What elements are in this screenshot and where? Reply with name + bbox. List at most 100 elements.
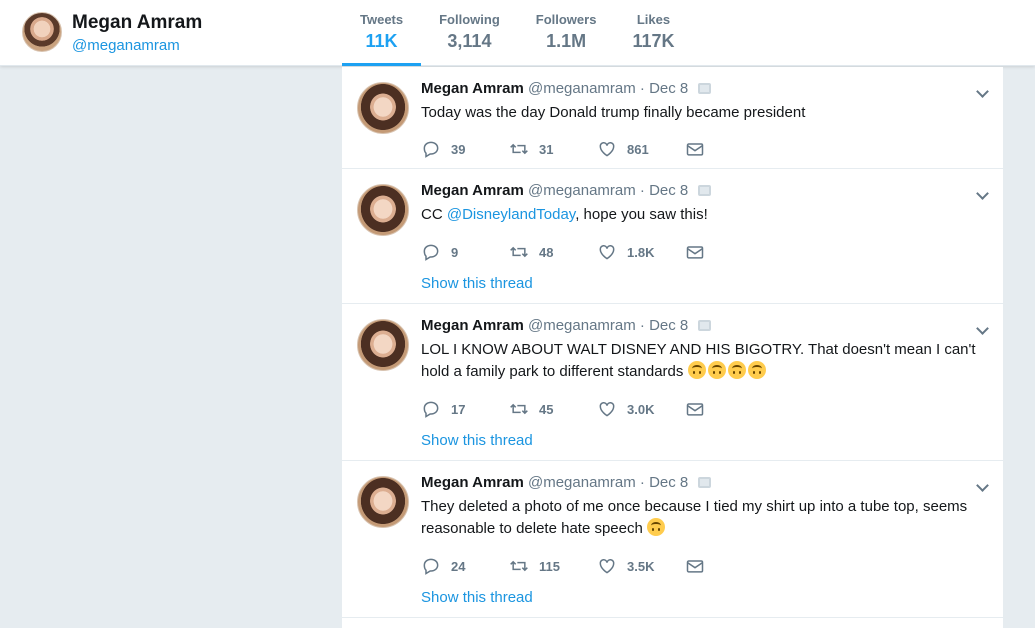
upside-down-face-emoji xyxy=(747,361,766,379)
camera-icon xyxy=(698,477,712,488)
tweet-text: They deleted a photo of me once because … xyxy=(421,496,991,540)
reply-button[interactable]: 39 xyxy=(421,139,509,159)
tweet-text: CC @DisneylandToday, hope you saw this! xyxy=(421,204,991,226)
tweet-author-name[interactable]: Megan Amram xyxy=(421,317,524,334)
like-button[interactable]: 3.5K xyxy=(597,556,685,576)
tweet-text: LOL I KNOW ABOUT WALT DISNEY AND HIS BIG… xyxy=(421,339,991,383)
reply-count: 9 xyxy=(451,244,459,260)
tweet-actions: 39 31 861 xyxy=(421,139,773,159)
like-button[interactable]: 1.8K xyxy=(597,242,685,262)
retweet-count: 48 xyxy=(539,244,554,260)
tweet-author-name[interactable]: Megan Amram xyxy=(421,182,524,199)
stat-followers[interactable]: Followers 1.1M xyxy=(518,0,615,66)
reply-count: 17 xyxy=(451,401,466,417)
stat-likes[interactable]: Likes 117K xyxy=(614,0,692,66)
tweet[interactable]: Megan Amram @meganamram · Dec 8 Today wa… xyxy=(342,67,1003,169)
tweet-actions: 17 45 3.0K xyxy=(421,399,773,419)
direct-message-button[interactable] xyxy=(685,139,773,159)
chevron-down-icon[interactable] xyxy=(976,85,989,98)
heart-icon xyxy=(599,558,615,574)
tweet-header: Megan Amram @meganamram · Dec 8 xyxy=(421,182,712,199)
direct-message-button[interactable] xyxy=(685,399,773,419)
retweet-button[interactable]: 31 xyxy=(509,139,597,159)
heart-icon xyxy=(599,141,615,157)
direct-message-button[interactable] xyxy=(685,556,773,576)
stat-label: Tweets xyxy=(360,12,404,27)
tweet-actions: 9 48 1.8K xyxy=(421,242,773,262)
upside-down-face-emoji xyxy=(707,361,726,379)
reply-button[interactable]: 17 xyxy=(421,399,509,419)
envelope-icon xyxy=(686,560,704,573)
retweet-count: 45 xyxy=(539,401,554,417)
tweet-author-name[interactable]: Megan Amram xyxy=(421,474,524,491)
retweet-icon xyxy=(510,560,528,572)
profile-handle[interactable]: @meganamram xyxy=(72,37,180,54)
tweet[interactable]: Megan Amram @meganamram · Dec 8 CC @Disn… xyxy=(342,169,1003,304)
reply-button[interactable]: 9 xyxy=(421,242,509,262)
reply-icon xyxy=(423,141,439,158)
separator-dot: · xyxy=(639,182,645,199)
like-button[interactable]: 3.0K xyxy=(597,399,685,419)
profile-name[interactable]: Megan Amram xyxy=(72,12,202,34)
retweet-count: 115 xyxy=(539,558,560,574)
upside-down-face-emoji xyxy=(727,361,746,379)
stat-label: Following xyxy=(439,12,500,27)
stat-tweets[interactable]: Tweets 11K xyxy=(342,0,422,66)
tweet-date[interactable]: Dec 8 xyxy=(649,317,688,334)
stat-following[interactable]: Following 3,114 xyxy=(421,0,518,66)
direct-message-button[interactable] xyxy=(685,242,773,262)
upside-down-face-emoji xyxy=(687,361,706,379)
tweet-actions: 24 115 3.5K xyxy=(421,556,773,576)
envelope-icon xyxy=(686,246,704,259)
tweet-author-handle[interactable]: @meganamram xyxy=(528,317,636,334)
tweet-header: Megan Amram @meganamram · Dec 8 xyxy=(421,474,712,491)
chevron-down-icon[interactable] xyxy=(976,187,989,200)
tweet-text-prefix: CC xyxy=(421,206,447,223)
stat-value: 11K xyxy=(365,31,398,51)
reply-icon xyxy=(423,244,439,261)
tweet-author-handle[interactable]: @meganamram xyxy=(528,474,636,491)
mention-link[interactable]: @DisneylandToday xyxy=(447,206,575,223)
heart-icon xyxy=(599,244,615,260)
camera-icon xyxy=(698,185,712,196)
tweet[interactable]: Megan Amram @meganamram · Dec 8 They del… xyxy=(342,461,1003,618)
show-thread-link[interactable]: Show this thread xyxy=(421,275,533,292)
avatar[interactable] xyxy=(357,184,409,236)
like-count: 861 xyxy=(627,141,649,157)
tweet-date[interactable]: Dec 8 xyxy=(649,80,688,97)
envelope-icon xyxy=(686,143,704,156)
chevron-down-icon[interactable] xyxy=(976,322,989,335)
tweet-text-body: They deleted a photo of me once because … xyxy=(421,498,968,537)
avatar[interactable] xyxy=(357,319,409,371)
tweet-author-name[interactable]: Megan Amram xyxy=(421,80,524,97)
stat-value: 117K xyxy=(632,31,675,51)
tweet-date[interactable]: Dec 8 xyxy=(649,474,688,491)
like-button[interactable]: 861 xyxy=(597,139,685,159)
tweet-author-handle[interactable]: @meganamram xyxy=(528,182,636,199)
separator-dot: · xyxy=(639,317,645,334)
retweet-button[interactable]: 45 xyxy=(509,399,597,419)
show-thread-link[interactable]: Show this thread xyxy=(421,589,533,606)
tweet[interactable]: Megan Amram @meganamram · Dec 8 LOL I KN… xyxy=(342,304,1003,461)
envelope-icon xyxy=(686,403,704,416)
reply-button[interactable]: 24 xyxy=(421,556,509,576)
reply-icon xyxy=(423,558,439,575)
retweet-icon xyxy=(510,403,528,415)
chevron-down-icon[interactable] xyxy=(976,479,989,492)
profile-avatar[interactable] xyxy=(22,12,62,52)
retweet-button[interactable]: 48 xyxy=(509,242,597,262)
stat-label: Followers xyxy=(535,12,597,27)
avatar[interactable] xyxy=(357,476,409,528)
show-thread-link[interactable]: Show this thread xyxy=(421,432,533,449)
avatar[interactable] xyxy=(357,82,409,134)
tweet-header: Megan Amram @meganamram · Dec 8 xyxy=(421,80,712,97)
tweet-date[interactable]: Dec 8 xyxy=(649,182,688,199)
stat-value: 1.1M xyxy=(546,31,587,51)
heart-icon xyxy=(599,401,615,417)
retweet-button[interactable]: 115 xyxy=(509,556,597,576)
separator-dot: · xyxy=(639,474,645,491)
retweet-icon xyxy=(510,143,528,155)
camera-icon xyxy=(698,320,712,331)
tweet-author-handle[interactable]: @meganamram xyxy=(528,80,636,97)
profile-header-bar: Megan Amram @meganamram Tweets 11K Follo… xyxy=(0,0,1035,66)
